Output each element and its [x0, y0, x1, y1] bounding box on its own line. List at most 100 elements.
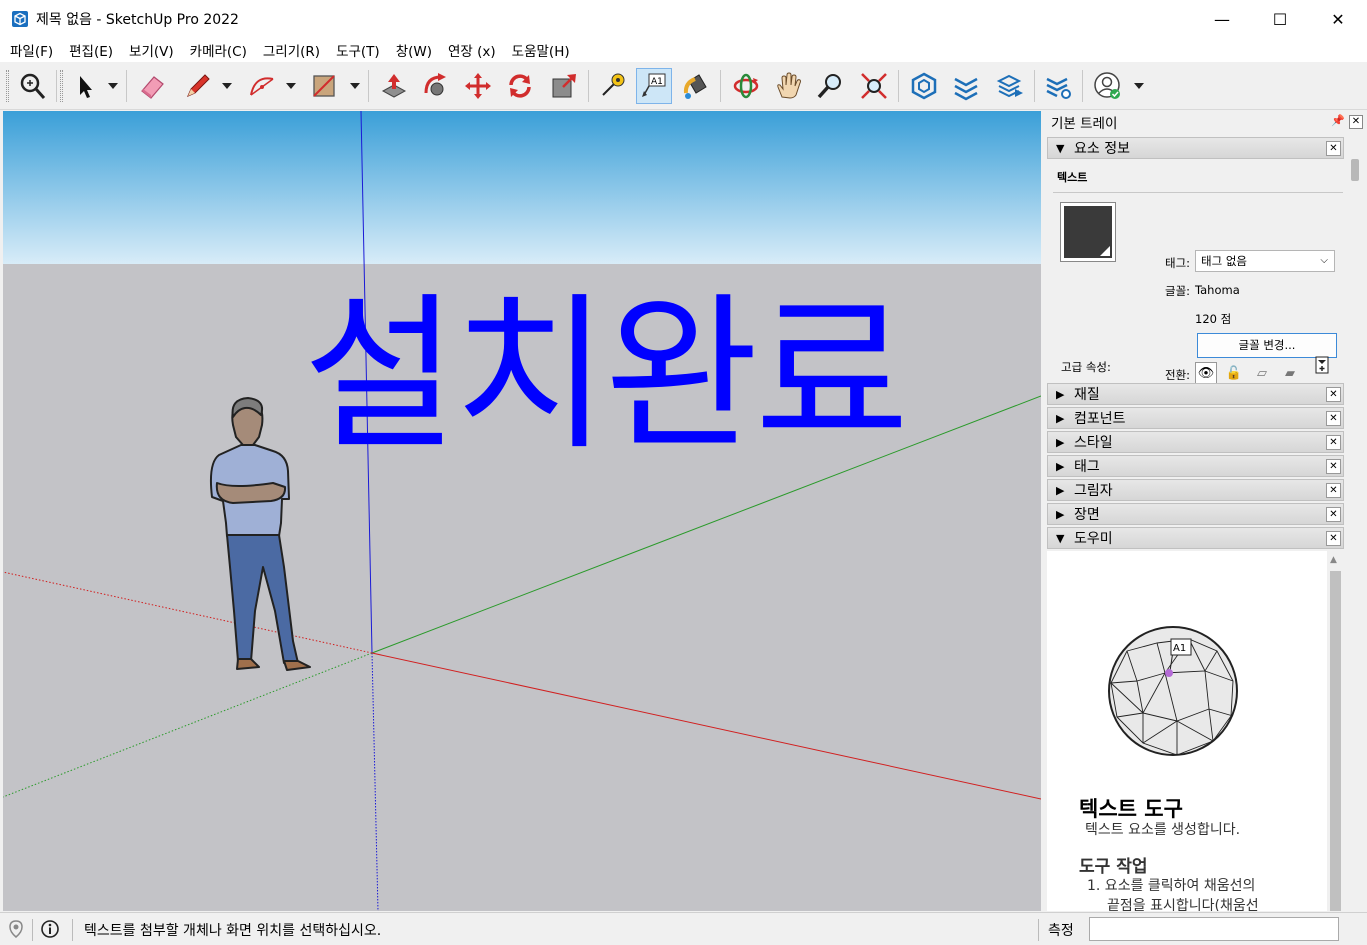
- panel-tags-header[interactable]: ▶ 태그 ✕: [1047, 455, 1344, 477]
- eye-icon[interactable]: 👁: [1195, 362, 1217, 384]
- triangle-right-icon: ▶: [1056, 507, 1065, 521]
- search-icon[interactable]: [14, 68, 50, 104]
- triangle-right-icon: ▶: [1056, 483, 1065, 497]
- panel-close-icon[interactable]: ✕: [1326, 507, 1341, 522]
- paint-bucket-icon[interactable]: [678, 68, 714, 104]
- orbit-icon[interactable]: [728, 68, 764, 104]
- chevron-down-icon[interactable]: [107, 80, 119, 92]
- rectangle-icon[interactable]: [306, 68, 342, 104]
- info-icon[interactable]: [40, 919, 60, 939]
- panel-entity-info-header[interactable]: ▼ 요소 정보 ✕: [1047, 137, 1344, 159]
- extension-warehouse-icon[interactable]: [948, 68, 984, 104]
- menu-camera[interactable]: 카메라(C): [182, 40, 255, 60]
- 3d-warehouse-icon[interactable]: [906, 68, 942, 104]
- tray-header: 기본 트레이 📌 ✕: [1045, 111, 1367, 133]
- chevron-down-icon[interactable]: [221, 80, 233, 92]
- zoom-icon[interactable]: [812, 68, 848, 104]
- chevron-down-icon[interactable]: [285, 80, 297, 92]
- cast-shadow-icon[interactable]: ▰: [1279, 362, 1301, 384]
- push-pull-icon[interactable]: [376, 68, 412, 104]
- chevron-down-icon: ⌵: [1320, 255, 1328, 266]
- menu-edit[interactable]: 편집(E): [61, 40, 121, 60]
- help-description: 텍스트 요소를 생성합니다.: [1085, 822, 1241, 838]
- instructor-panel: A1 텍스트 도구 텍스트 요소를 생성합니다. 도구 작업 1. 요소를 클릭…: [1047, 551, 1327, 911]
- material-swatch[interactable]: [1060, 202, 1116, 262]
- modeling-viewport[interactable]: 설치완료: [3, 111, 1041, 911]
- panel-close-icon[interactable]: ✕: [1326, 141, 1341, 156]
- panel-instructor-header[interactable]: ▼ 도우미 ✕: [1047, 527, 1344, 549]
- expand-icon[interactable]: [1315, 356, 1329, 374]
- eraser-icon[interactable]: [134, 68, 170, 104]
- pencil-icon[interactable]: [180, 68, 216, 104]
- rotate-icon[interactable]: [502, 68, 538, 104]
- panel-close-icon[interactable]: ✕: [1326, 435, 1341, 450]
- change-font-button[interactable]: 글꼴 변경...: [1197, 333, 1337, 358]
- user-account-icon[interactable]: [1090, 68, 1126, 104]
- panel-components-header[interactable]: ▶ 컴포넌트 ✕: [1047, 407, 1344, 429]
- panel-close-icon[interactable]: ✕: [1326, 483, 1341, 498]
- panel-shadows-header[interactable]: ▶ 그림자 ✕: [1047, 479, 1344, 501]
- toolbar-grip[interactable]: [6, 70, 9, 102]
- menu-extensions[interactable]: 연장 (x): [440, 40, 504, 60]
- scroll-up-icon[interactable]: ▲: [1330, 555, 1337, 565]
- lock-icon[interactable]: 🔓: [1223, 362, 1245, 384]
- arc-icon[interactable]: [244, 68, 280, 104]
- svg-text:A1: A1: [1173, 643, 1186, 654]
- toolbar-separator: [720, 70, 721, 102]
- menu-tools[interactable]: 도구(T): [328, 40, 388, 60]
- chevron-down-icon[interactable]: [1133, 80, 1145, 92]
- panel-close-icon[interactable]: ✕: [1326, 459, 1341, 474]
- maximize-button[interactable]: ☐: [1251, 0, 1309, 38]
- receive-shadow-icon[interactable]: ▱: [1251, 362, 1273, 384]
- tape-measure-icon[interactable]: [594, 68, 630, 104]
- panel-materials-header[interactable]: ▶ 재질 ✕: [1047, 383, 1344, 405]
- sky: [3, 111, 1041, 264]
- status-divider: [72, 919, 73, 941]
- menu-draw[interactable]: 그리기(R): [255, 40, 328, 60]
- triangle-right-icon: ▶: [1056, 435, 1065, 449]
- toolbar-grip[interactable]: [60, 70, 63, 102]
- select-arrow-icon[interactable]: [66, 68, 102, 104]
- minimize-button[interactable]: —: [1193, 0, 1251, 38]
- geo-location-icon[interactable]: [6, 919, 26, 939]
- entity-kind: 텍스트: [1057, 171, 1088, 184]
- extension-manager-icon[interactable]: [1040, 68, 1076, 104]
- menu-help[interactable]: 도움말(H): [504, 40, 578, 60]
- toolbar: A1: [0, 62, 1367, 110]
- text-tool-icon[interactable]: A1: [636, 68, 672, 104]
- chevron-down-icon[interactable]: [349, 80, 361, 92]
- tray-scrollbar-thumb[interactable]: [1351, 159, 1359, 181]
- panel-close-icon[interactable]: ✕: [1326, 411, 1341, 426]
- status-divider: [1038, 919, 1039, 941]
- tag-dropdown[interactable]: 태그 없음 ⌵: [1195, 250, 1335, 272]
- triangle-right-icon: ▶: [1056, 411, 1065, 425]
- scroll-thumb[interactable]: [1330, 571, 1341, 911]
- menu-window[interactable]: 창(W): [388, 40, 440, 60]
- default-tray: 기본 트레이 📌 ✕ ▼ 요소 정보 ✕ 텍스트 태그: 태그 없음 ⌵ 글꼴:…: [1045, 111, 1367, 911]
- panel-title: 도우미: [1074, 531, 1113, 547]
- follow-me-icon[interactable]: [418, 68, 454, 104]
- close-button[interactable]: ✕: [1309, 0, 1367, 38]
- menu-view[interactable]: 보기(V): [121, 40, 182, 60]
- scale-icon[interactable]: [546, 68, 582, 104]
- help-scrollbar[interactable]: ▲: [1327, 551, 1344, 911]
- layout-send-icon[interactable]: [992, 68, 1028, 104]
- pin-icon[interactable]: 📌: [1331, 114, 1345, 127]
- move-icon[interactable]: [460, 68, 496, 104]
- tag-value: 태그 없음: [1201, 254, 1247, 268]
- panel-styles-header[interactable]: ▶ 스타일 ✕: [1047, 431, 1344, 453]
- panel-close-icon[interactable]: ✕: [1326, 531, 1341, 546]
- tray-title: 기본 트레이: [1051, 116, 1118, 132]
- panel-scenes-header[interactable]: ▶ 장면 ✕: [1047, 503, 1344, 525]
- triangle-down-icon: ▼: [1056, 531, 1065, 545]
- panel-close-icon[interactable]: ✕: [1326, 387, 1341, 402]
- toggle-label: 전환:: [1165, 368, 1191, 382]
- menu-bar: 파일(F) 편집(E) 보기(V) 카메라(C) 그리기(R) 도구(T) 창(…: [0, 38, 1367, 62]
- tray-close-icon[interactable]: ✕: [1349, 115, 1363, 129]
- zoom-extents-icon[interactable]: [856, 68, 892, 104]
- 3d-text-label[interactable]: 설치완료: [303, 291, 909, 459]
- pan-hand-icon[interactable]: [770, 68, 806, 104]
- panel-title: 태그: [1074, 459, 1100, 475]
- menu-file[interactable]: 파일(F): [2, 40, 61, 60]
- measurements-input[interactable]: [1089, 917, 1339, 941]
